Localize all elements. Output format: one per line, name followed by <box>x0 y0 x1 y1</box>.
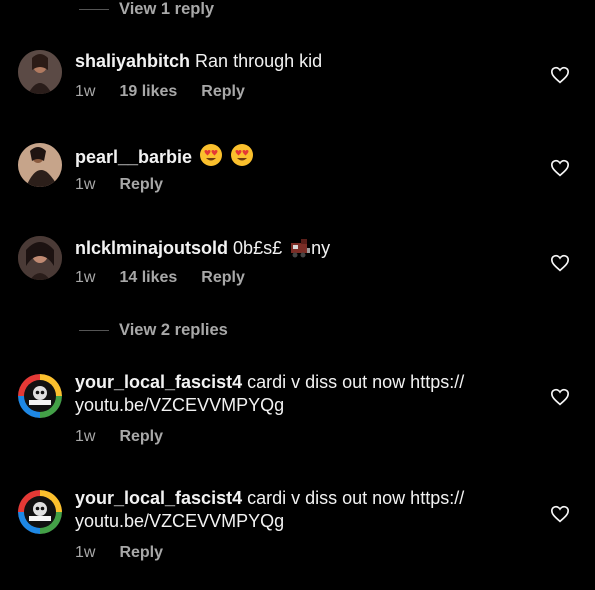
comment-username[interactable]: your_local_fascist4 <box>75 372 242 392</box>
view-replies-link[interactable]: View 2 replies <box>79 321 228 340</box>
comment-body: cardi v diss out now https:// <box>247 488 465 508</box>
thread-line <box>79 330 109 331</box>
avatar-photo <box>18 50 62 94</box>
comment-age: 1w <box>75 83 96 100</box>
comment-username[interactable]: nlcklminajoutsold <box>75 238 228 258</box>
view-replies-label: View 2 replies <box>119 321 228 339</box>
comment-meta: 1w 14 likes Reply <box>75 269 245 287</box>
train-emoji-icon <box>291 239 311 258</box>
avatar[interactable] <box>18 236 62 280</box>
comment-meta: 1w Reply <box>75 544 163 562</box>
heart-eyes-emoji-icon <box>231 144 254 166</box>
thread-line <box>79 9 109 10</box>
reply-button[interactable]: Reply <box>119 176 163 194</box>
comment-age: 1w <box>75 269 96 286</box>
like-heart-icon[interactable] <box>550 254 570 272</box>
comment-age: 1w <box>75 544 96 561</box>
comment-line-1: your_local_fascist4 cardi v diss out now… <box>75 487 525 510</box>
comment-body-end: ny <box>311 238 331 258</box>
comment-text: your_local_fascist4 cardi v diss out now… <box>75 487 525 533</box>
heart-eyes-emoji-icon <box>200 144 223 166</box>
like-heart-icon[interactable] <box>550 388 570 406</box>
comment-username[interactable]: shaliyahbitch <box>75 51 190 71</box>
avatar-photo <box>18 490 62 534</box>
avatar-photo <box>18 374 62 418</box>
comment-body-start: 0b£s£ <box>233 238 283 258</box>
comment-meta: 1w Reply <box>75 428 163 446</box>
reply-button[interactable]: Reply <box>201 83 245 101</box>
avatar[interactable] <box>18 143 62 187</box>
avatar-photo <box>18 236 62 280</box>
comment-link[interactable]: youtu.be/VZCEVVMPYQg <box>75 510 525 533</box>
comment-text: your_local_fascist4 cardi v diss out now… <box>75 371 525 417</box>
view-replies-link[interactable]: View 1 reply <box>79 0 214 19</box>
avatar[interactable] <box>18 50 62 94</box>
avatar[interactable] <box>18 490 62 534</box>
comment-meta: 1w 19 likes Reply <box>75 83 245 101</box>
comment-line-1: your_local_fascist4 cardi v diss out now… <box>75 371 525 394</box>
comment-username[interactable]: pearl__barbie <box>75 147 192 167</box>
comment-text: nlcklminajoutsold 0b£s£ ny <box>75 236 525 260</box>
comment-link[interactable]: youtu.be/VZCEVVMPYQg <box>75 394 525 417</box>
comment-body: Ran through kid <box>195 51 323 71</box>
like-heart-icon[interactable] <box>550 66 570 84</box>
reply-button[interactable]: Reply <box>119 544 163 562</box>
comment-age: 1w <box>75 428 96 445</box>
avatar-photo <box>18 143 62 187</box>
reply-button[interactable]: Reply <box>201 269 245 287</box>
like-heart-icon[interactable] <box>550 159 570 177</box>
likes-count[interactable]: 14 likes <box>119 269 177 287</box>
like-heart-icon[interactable] <box>550 505 570 523</box>
likes-count[interactable]: 19 likes <box>119 83 177 101</box>
comment-text: shaliyahbitch Ran through kid <box>75 50 525 73</box>
view-replies-label: View 1 reply <box>119 0 215 18</box>
avatar[interactable] <box>18 374 62 418</box>
comment-body: cardi v diss out now https:// <box>247 372 465 392</box>
comment-age: 1w <box>75 176 96 193</box>
comment-meta: 1w Reply <box>75 176 163 194</box>
comment-username[interactable]: your_local_fascist4 <box>75 488 242 508</box>
comment-text: pearl__barbie <box>75 143 525 169</box>
reply-button[interactable]: Reply <box>119 428 163 446</box>
